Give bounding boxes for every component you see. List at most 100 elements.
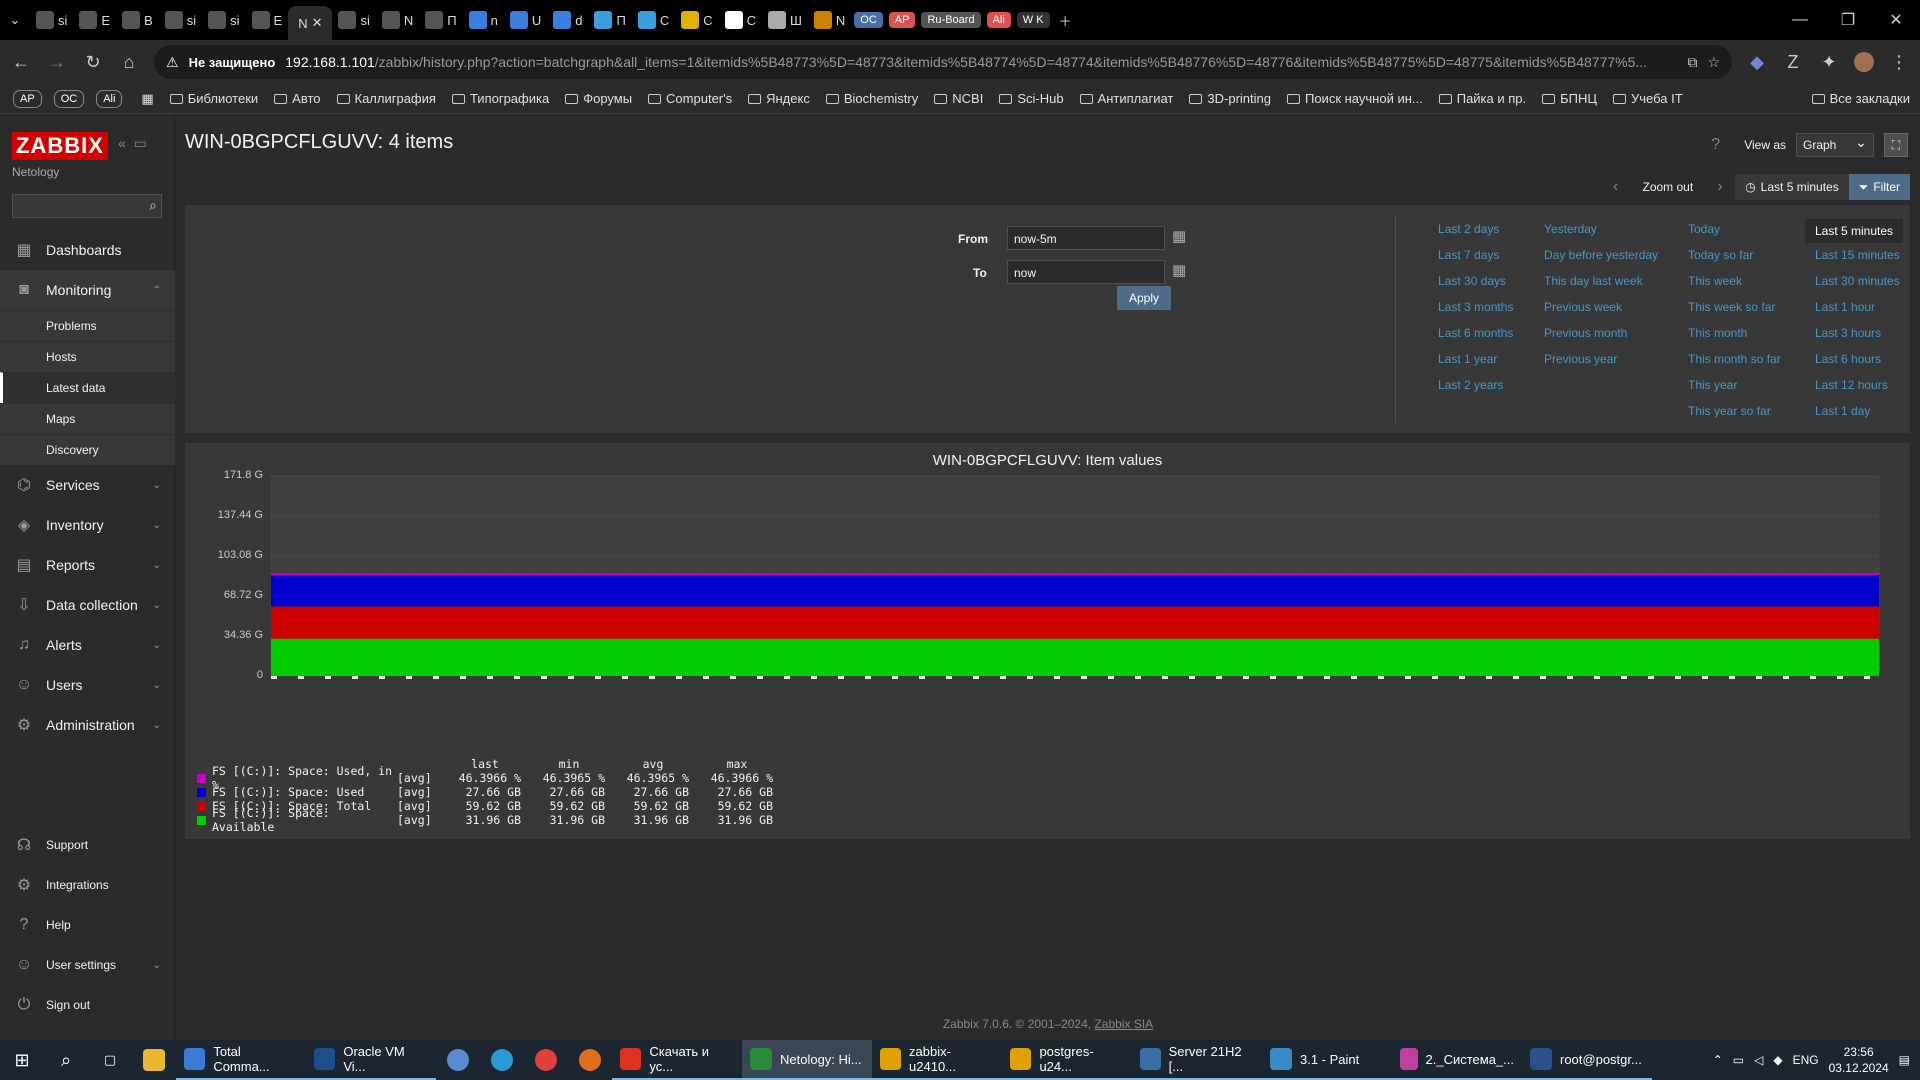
extension-z-icon[interactable]: Z: [1782, 52, 1804, 73]
pinned-tab-badge[interactable]: OC: [854, 12, 883, 28]
quick-range-link[interactable]: This year so far: [1688, 401, 1781, 427]
notifications-icon[interactable]: ▤: [1899, 1053, 1910, 1067]
bookmark-item[interactable]: Biochemistry: [825, 91, 918, 106]
taskbar-app[interactable]: root@postgr...: [1522, 1040, 1652, 1080]
pinned-tab-badge[interactable]: Ru-Board: [921, 12, 981, 28]
bookmark-item[interactable]: Computer's: [648, 91, 732, 106]
back-icon[interactable]: ←: [10, 52, 32, 73]
bookmark-item[interactable]: Авто: [274, 91, 321, 106]
sidebar-item-alerts[interactable]: ♫ Alerts ⌄: [0, 625, 175, 665]
quick-range-link[interactable]: Last 15 minutes: [1815, 245, 1903, 271]
taskbar-pinned-icon[interactable]: [480, 1040, 524, 1080]
bookmark-item[interactable]: Каллиграфия: [336, 91, 436, 106]
quick-range-link[interactable]: Last 2 years: [1438, 375, 1513, 401]
quick-range-link[interactable]: Last 2 days: [1438, 219, 1513, 245]
taskbar-app[interactable]: postgres-u24...: [1002, 1040, 1132, 1080]
tray-chevron-icon[interactable]: ⌃: [1713, 1053, 1723, 1067]
taskbar-app[interactable]: Скачать и ус...: [612, 1040, 742, 1080]
quick-range-link[interactable]: Last 3 hours: [1815, 323, 1903, 349]
browser-tab[interactable]: B: [116, 0, 159, 40]
browser-tab[interactable]: n: [463, 0, 504, 40]
browser-tab[interactable]: si: [202, 0, 245, 40]
restore-icon[interactable]: ❐: [1824, 0, 1872, 40]
view-as-select[interactable]: Graph: [1796, 133, 1874, 157]
sidebar-item-sign-out[interactable]: ⏻ Sign out: [0, 985, 175, 1025]
taskbar-pinned-icon[interactable]: [524, 1040, 568, 1080]
zabbix-logo[interactable]: ZABBIX: [12, 132, 108, 160]
calendar-icon[interactable]: ▦: [1172, 261, 1186, 279]
quick-range-link[interactable]: Last 1 hour: [1815, 297, 1903, 323]
bookmark-item[interactable]: Антиплагиат: [1079, 91, 1173, 106]
collapse-sidebar-icon[interactable]: « ▭: [118, 135, 147, 152]
insecure-label[interactable]: Не защищено: [189, 55, 276, 70]
quick-range-link[interactable]: Last 1 day: [1815, 401, 1903, 427]
taskbar-pinned-icon[interactable]: [568, 1040, 612, 1080]
browser-tab[interactable]: d: [547, 0, 588, 40]
sidebar-item-help[interactable]: ? Help: [0, 905, 175, 945]
file-explorer-icon[interactable]: [132, 1040, 176, 1080]
forward-icon[interactable]: →: [46, 52, 68, 73]
bookmark-item[interactable]: 3D-printing: [1189, 91, 1271, 106]
taskbar-pinned-icon[interactable]: [436, 1040, 480, 1080]
sidebar-item-dashboards[interactable]: ▦ Dashboards: [0, 230, 175, 270]
bookmark-item[interactable]: NCBI: [934, 91, 983, 106]
dropbox-icon[interactable]: ◆: [1773, 1053, 1782, 1067]
browser-tab[interactable]: E: [73, 0, 116, 40]
quick-range-link[interactable]: Last 6 hours: [1815, 349, 1903, 375]
browser-tab[interactable]: si: [159, 0, 202, 40]
pinned-tab-badge[interactable]: W K: [1016, 12, 1050, 28]
taskbar-app[interactable]: Total Comma...: [176, 1040, 306, 1080]
bookmark-badge[interactable]: OC: [53, 89, 85, 108]
taskbar-app[interactable]: Server 21H2 [...: [1132, 1040, 1262, 1080]
bookmark-item[interactable]: Пайка и пр.: [1438, 91, 1526, 106]
quick-range-link[interactable]: Last 30 days: [1438, 271, 1513, 297]
sidebar-item-data-collection[interactable]: ⇩ Data collection ⌄: [0, 585, 175, 625]
browser-tab[interactable]: П: [588, 0, 631, 40]
prev-period-icon[interactable]: ‹: [1600, 178, 1630, 196]
graph-canvas[interactable]: [185, 443, 1910, 743]
start-button[interactable]: ⊞: [0, 1040, 44, 1080]
bookmark-item[interactable]: БПНЦ: [1542, 91, 1597, 106]
submenu-item-discovery[interactable]: Discovery: [0, 434, 175, 465]
browser-tab[interactable]: si: [30, 0, 73, 40]
minimize-icon[interactable]: —: [1776, 0, 1824, 40]
pinned-tab-badge[interactable]: Ali: [986, 12, 1011, 28]
browser-tab[interactable]: U: [504, 0, 547, 40]
browser-tab[interactable]: C: [719, 0, 762, 40]
sidebar-item-services[interactable]: ⌬ Services ⌄: [0, 465, 175, 505]
quick-range-link[interactable]: This month so far: [1688, 349, 1781, 375]
browser-tab[interactable]: E: [246, 0, 289, 40]
url-bar[interactable]: ⚠ Не защищено 192.168.1.101/zabbix/histo…: [154, 45, 1732, 79]
help-icon[interactable]: ?: [1711, 136, 1720, 154]
sidebar-item-user-settings[interactable]: ☺ User settings ⌄: [0, 945, 175, 985]
clock[interactable]: 23:56 03.12.2024: [1829, 1044, 1889, 1076]
time-range-tab[interactable]: ◷ Last 5 minutes: [1735, 174, 1849, 200]
browser-tab[interactable]: N: [376, 0, 419, 40]
bookmark-item[interactable]: Учеба IT: [1613, 91, 1683, 106]
bookmark-item[interactable]: Sci-Hub: [999, 91, 1064, 106]
profile-avatar[interactable]: [1854, 52, 1874, 72]
sidebar-item-inventory[interactable]: ◈ Inventory ⌄: [0, 505, 175, 545]
sidebar-item-reports[interactable]: ▤ Reports ⌄: [0, 545, 175, 585]
taskbar-app[interactable]: 2._Система_...: [1392, 1040, 1522, 1080]
home-icon[interactable]: ⌂: [118, 52, 140, 73]
quick-range-link[interactable]: This year: [1688, 375, 1781, 401]
close-icon[interactable]: ✕: [1872, 0, 1920, 40]
all-bookmarks[interactable]: Все закладки: [1811, 91, 1910, 106]
to-input[interactable]: now: [1007, 260, 1165, 284]
filter-tab[interactable]: ⏷ Filter: [1848, 174, 1910, 200]
quick-range-link[interactable]: Last 3 months: [1438, 297, 1513, 323]
browser-tab[interactable]: C: [632, 0, 675, 40]
browser-tab[interactable]: Ш: [762, 0, 808, 40]
sidebar-item-integrations[interactable]: ⚙ Integrations: [0, 865, 175, 905]
active-tab[interactable]: N ✕: [288, 6, 333, 40]
quick-range-link[interactable]: Previous week: [1544, 297, 1658, 323]
task-view-icon[interactable]: ▢: [88, 1040, 132, 1080]
next-period-icon[interactable]: ›: [1705, 178, 1735, 196]
bookmark-item[interactable]: Яндекс: [748, 91, 810, 106]
taskbar-app[interactable]: zabbix-u2410...: [872, 1040, 1002, 1080]
translate-icon[interactable]: ⧉: [1687, 54, 1697, 71]
quick-range-link[interactable]: Today: [1688, 219, 1781, 245]
search-icon[interactable]: ⌕: [149, 197, 157, 214]
from-input[interactable]: now-5m: [1007, 226, 1165, 250]
